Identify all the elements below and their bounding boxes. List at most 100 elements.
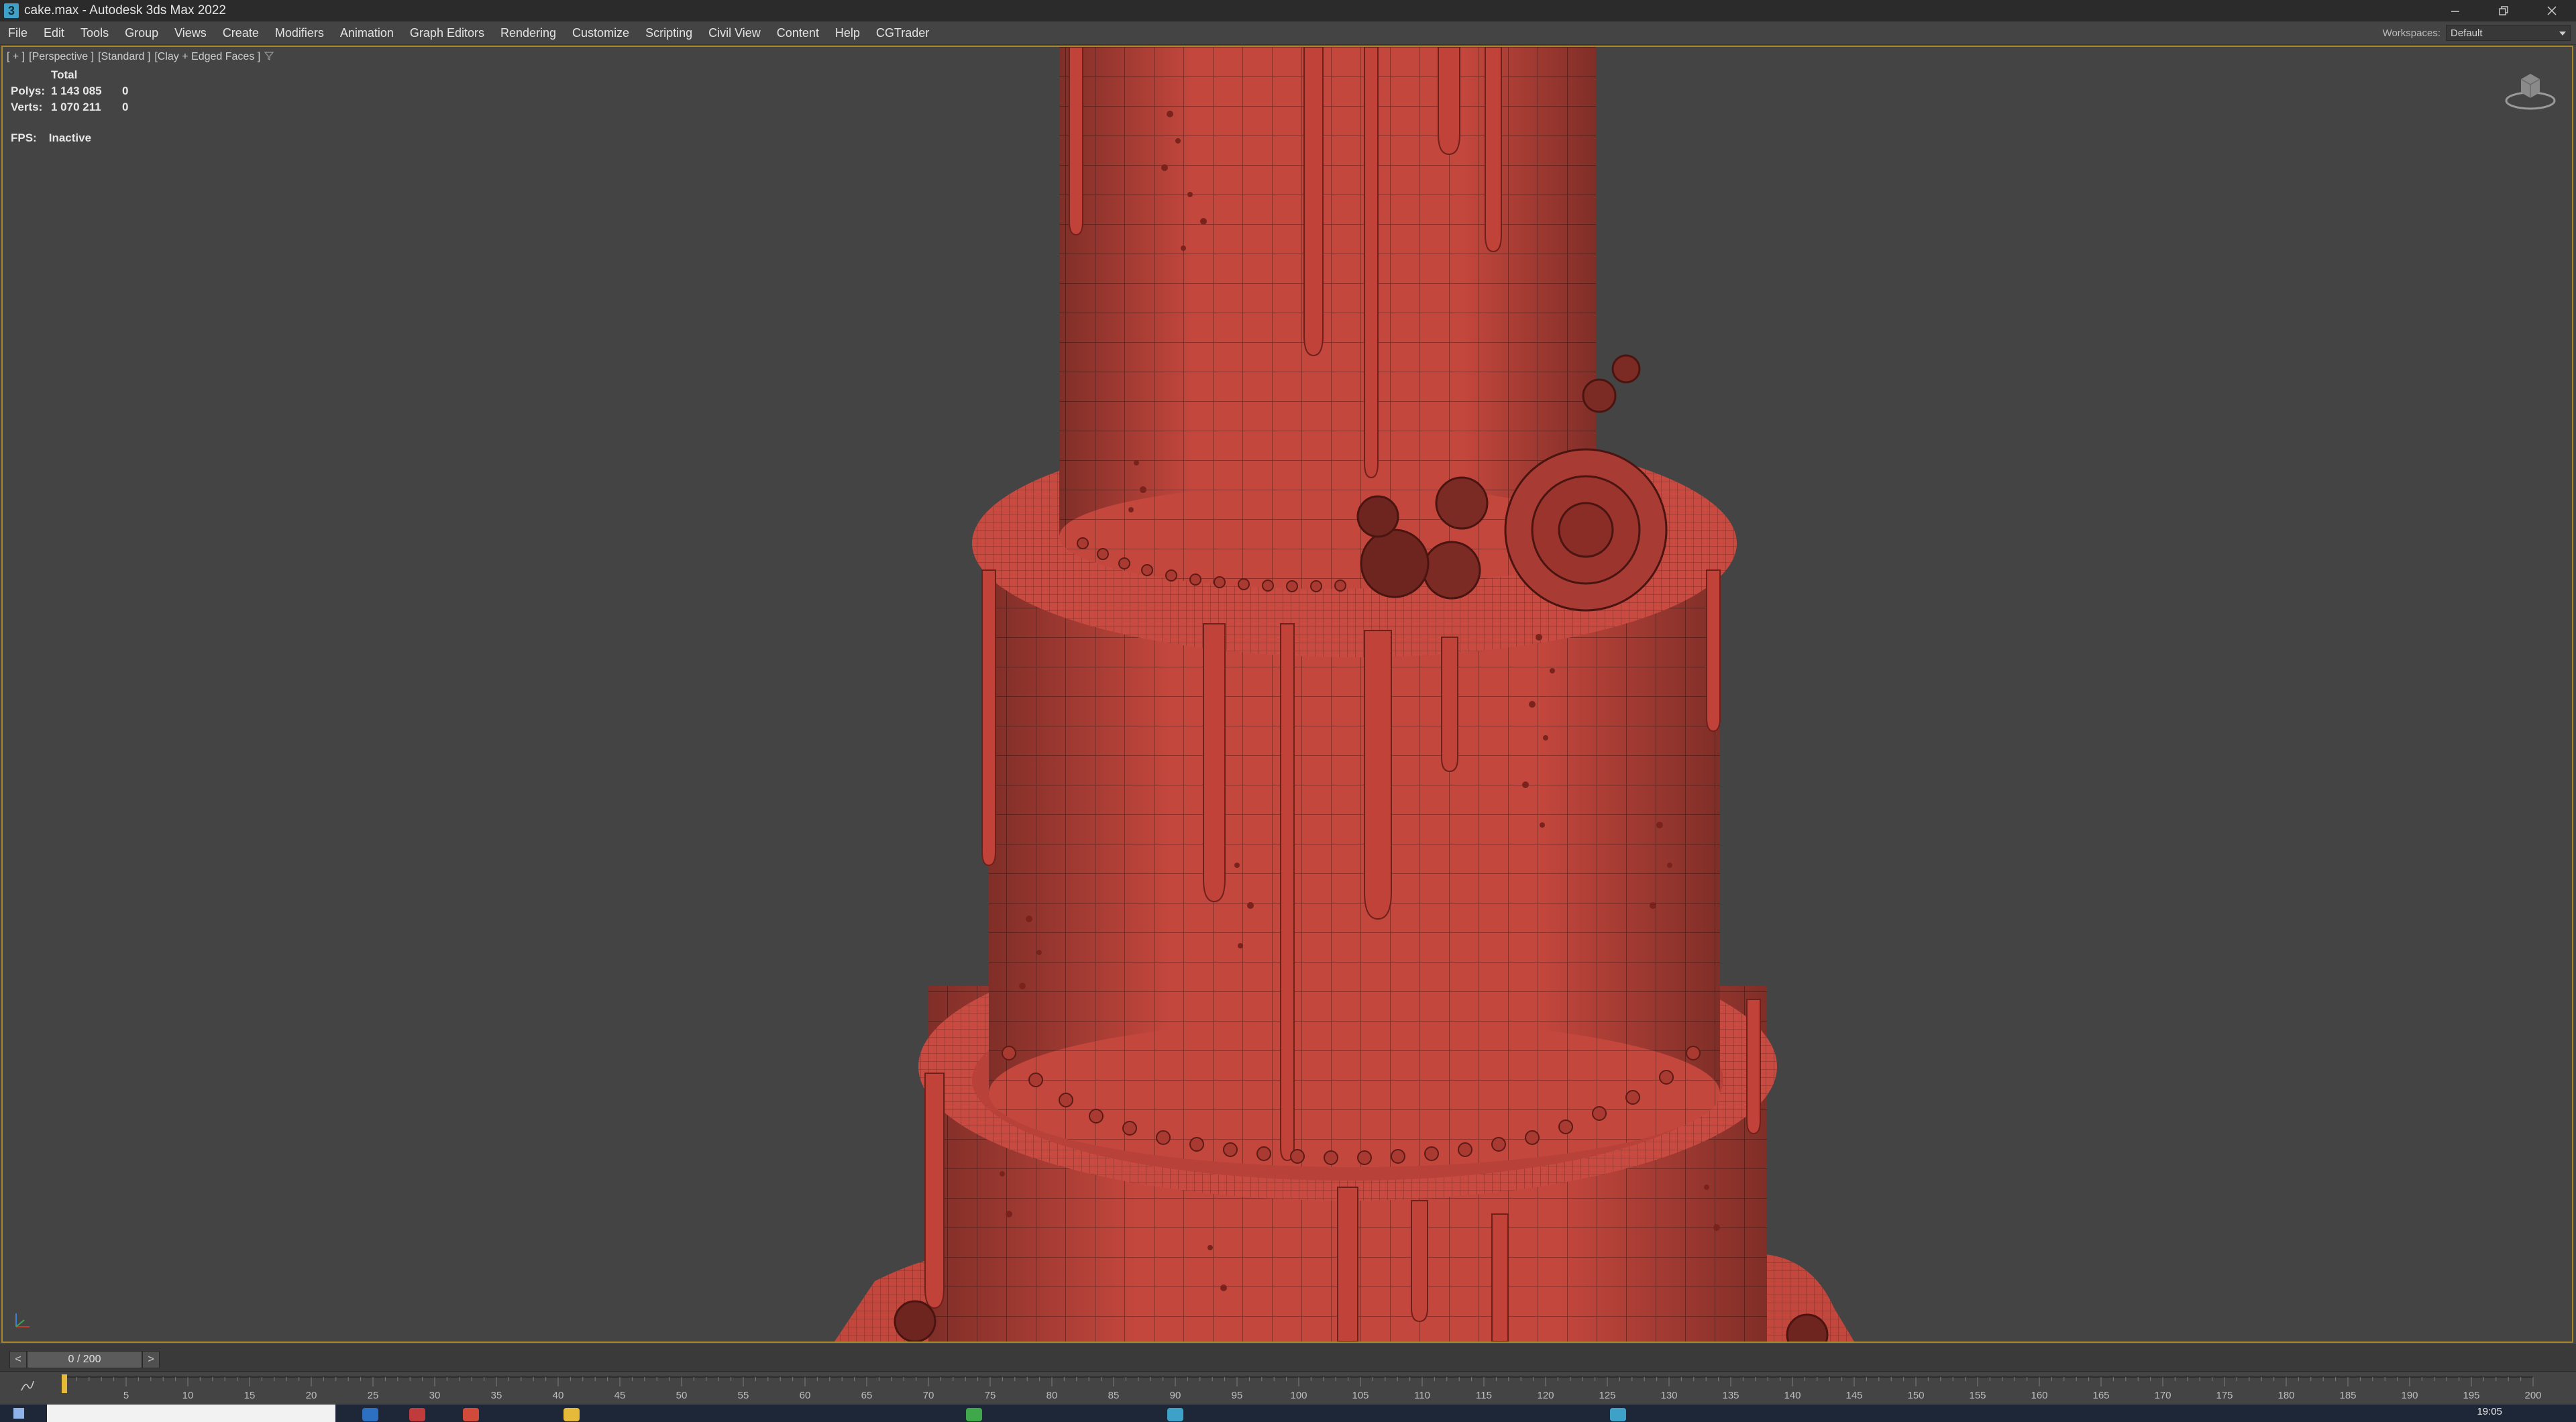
ruler-label: 165 (2092, 1390, 2109, 1401)
current-frame-marker[interactable] (62, 1374, 67, 1393)
polys-value: 1 143 085 (51, 85, 102, 97)
menu-customize[interactable]: Customize (564, 26, 637, 40)
ruler-label: 160 (2031, 1390, 2047, 1401)
menu-views[interactable]: Views (166, 26, 215, 40)
ruler-label: 5 (123, 1390, 129, 1401)
time-slider-thumb[interactable]: 0 / 200 (27, 1351, 142, 1368)
polys-selected: 0 (122, 85, 129, 97)
os-taskbar: 19:05 (0, 1405, 2576, 1422)
menu-rendering[interactable]: Rendering (492, 26, 564, 40)
workspaces-dropdown[interactable]: Default (2446, 25, 2571, 41)
time-slider[interactable]: < 0 / 200 > (0, 1344, 2576, 1372)
ruler-label: 20 (306, 1390, 317, 1401)
ruler-label: 25 (368, 1390, 379, 1401)
viewport-labels: [ + ] [Perspective ] [Standard ] [Clay +… (7, 51, 274, 64)
workspaces-label: Workspaces: (2382, 27, 2440, 39)
title-bar: 3 cake.max - Autodesk 3ds Max 2022 (0, 0, 2576, 21)
menu-edit[interactable]: Edit (36, 26, 72, 40)
taskbar-app-icon[interactable] (1610, 1408, 1626, 1421)
taskbar-app-icon[interactable] (409, 1408, 425, 1421)
fps-value: Inactive (48, 131, 92, 144)
ruler-label: 190 (2401, 1390, 2418, 1401)
workspaces: Workspaces: Default (2383, 24, 2571, 42)
fps-label: FPS: (11, 131, 37, 144)
stats-header: Total (51, 68, 78, 81)
ruler-label: 95 (1232, 1390, 1243, 1401)
filter-icon[interactable] (264, 51, 274, 64)
ruler-label: 45 (614, 1390, 626, 1401)
scene-statistics: Total Polys: 1 143 085 0 Verts: 1 070 21… (11, 67, 128, 115)
viewport-point-of-view[interactable]: [Perspective ] (29, 51, 94, 64)
viewcube-icon[interactable] (2504, 67, 2557, 114)
fps-readout: FPS: Inactive (11, 131, 91, 145)
polys-label: Polys: (11, 85, 46, 97)
windows-start-icon[interactable] (13, 1408, 24, 1419)
ruler-label: 50 (676, 1390, 688, 1401)
ruler-label: 55 (738, 1390, 749, 1401)
perspective-viewport[interactable]: [ + ] [Perspective ] [Standard ] [Clay +… (1, 46, 2573, 1343)
taskbar-clock: 19:05 (2477, 1406, 2502, 1417)
ruler-label: 175 (2216, 1390, 2233, 1401)
next-frame-button[interactable]: > (142, 1351, 160, 1368)
track-ruler: 5 10 15 20 25 30 35 40 45 50 55 60 65 70 75 80 85 90 95 100… (62, 1374, 2542, 1401)
minimize-icon[interactable] (2431, 0, 2479, 21)
ruler-label: 130 (1660, 1390, 1677, 1401)
ruler-label: 170 (2154, 1390, 2171, 1401)
ruler-label: 115 (1476, 1390, 1492, 1401)
taskbar-app-icon[interactable] (463, 1408, 479, 1421)
restore-icon[interactable] (2479, 0, 2528, 21)
ruler-label: 110 (1414, 1390, 1430, 1401)
menu-animation[interactable]: Animation (332, 26, 402, 40)
ruler-label: 80 (1046, 1390, 1058, 1401)
ruler-label: 200 (2524, 1390, 2541, 1401)
taskbar-search-box[interactable] (47, 1405, 335, 1422)
window-controls (2431, 0, 2576, 21)
app-icon[interactable]: 3 (4, 3, 19, 18)
ruler-label: 145 (1845, 1390, 1862, 1401)
ruler-label: 100 (1290, 1390, 1307, 1401)
ruler-label: 180 (2277, 1390, 2294, 1401)
menu-file[interactable]: File (0, 26, 36, 40)
menu-scripting[interactable]: Scripting (637, 26, 700, 40)
ruler-label: 155 (1969, 1390, 1986, 1401)
viewport-shading-standard[interactable]: [Standard ] (98, 51, 150, 64)
menu-content[interactable]: Content (769, 26, 827, 40)
ruler-label: 30 (429, 1390, 441, 1401)
axis-tripod-icon (9, 1307, 36, 1333)
ruler-label: 10 (182, 1390, 194, 1401)
chevron-down-icon (2559, 28, 2566, 39)
close-icon[interactable] (2528, 0, 2576, 21)
menu-bar: File Edit Tools Group Views Create Modif… (0, 21, 2576, 45)
menu-group[interactable]: Group (117, 26, 166, 40)
ruler-label: 70 (923, 1390, 934, 1401)
viewport-menu-plus[interactable]: [ + ] (7, 51, 25, 64)
ruler-label: 65 (861, 1390, 873, 1401)
taskbar-app-icon[interactable] (564, 1408, 580, 1421)
ruler-label: 150 (1907, 1390, 1924, 1401)
ruler-label: 185 (2339, 1390, 2356, 1401)
menu-cgtrader[interactable]: CGTrader (868, 26, 937, 40)
ruler-label: 15 (244, 1390, 256, 1401)
menu-civil-view[interactable]: Civil View (700, 26, 769, 40)
window-title: cake.max - Autodesk 3ds Max 2022 (24, 3, 226, 17)
verts-selected: 0 (122, 101, 129, 113)
taskbar-app-icon[interactable] (362, 1408, 378, 1421)
verts-value: 1 070 211 (51, 101, 101, 113)
menu-create[interactable]: Create (215, 26, 267, 40)
track-bar[interactable]: 5 10 15 20 25 30 35 40 45 50 55 60 65 70 75 80 85 90 95 100… (0, 1372, 2576, 1404)
ruler-label: 140 (1784, 1390, 1801, 1401)
taskbar-app-icon[interactable] (966, 1408, 982, 1421)
ruler-label: 60 (800, 1390, 811, 1401)
ruler-label: 90 (1170, 1390, 1181, 1401)
taskbar-app-icon[interactable] (1167, 1408, 1183, 1421)
workspaces-value: Default (2451, 27, 2483, 39)
menu-help[interactable]: Help (827, 26, 868, 40)
menu-tools[interactable]: Tools (72, 26, 117, 40)
ruler-label: 105 (1352, 1390, 1368, 1401)
menu-graph-editors[interactable]: Graph Editors (402, 26, 492, 40)
ruler-label: 35 (491, 1390, 502, 1401)
menu-modifiers[interactable]: Modifiers (267, 26, 332, 40)
cake-model[interactable] (3, 47, 2572, 1342)
viewport-display-mode[interactable]: [Clay + Edged Faces ] (154, 51, 260, 64)
previous-frame-button[interactable]: < (9, 1351, 27, 1368)
